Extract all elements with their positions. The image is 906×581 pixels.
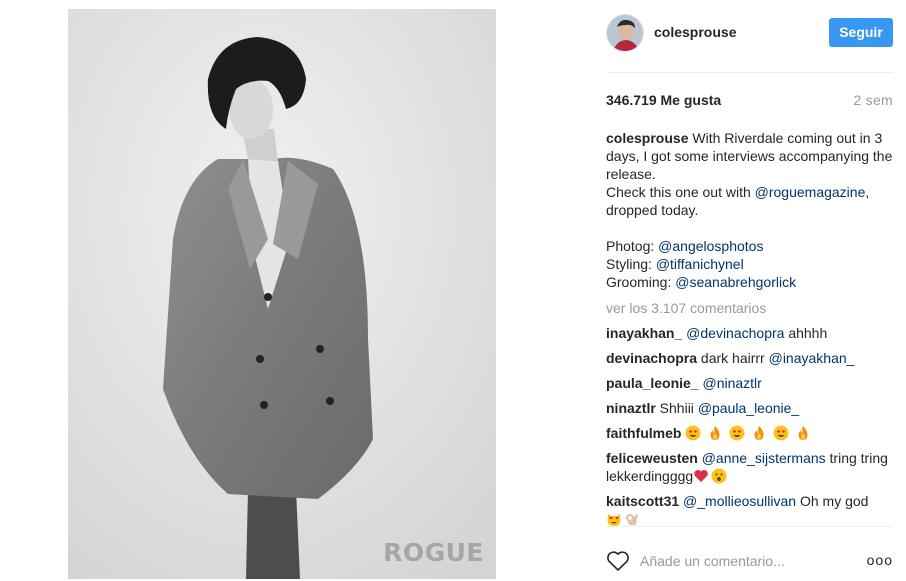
likes-count[interactable]: 346.719 Me gusta	[606, 92, 721, 108]
post-author-username[interactable]: colesprouse	[654, 24, 736, 40]
post-photo[interactable]: ROGUE	[68, 9, 496, 579]
comment-username[interactable]: devinachopra	[606, 350, 697, 366]
post-header: colesprouse Seguir	[606, 14, 893, 54]
credit-line: Photog: @angelosphotos	[606, 238, 764, 254]
heart-eyes-emoji	[773, 425, 789, 441]
comment-item: devinachopra dark hairrr @inayakhan_	[606, 349, 893, 367]
comment-username[interactable]: inayakhan_	[606, 325, 682, 341]
like-heart-icon[interactable]	[606, 550, 630, 572]
credit-mention[interactable]: @tiffanichynel	[656, 256, 744, 272]
credit-line: Grooming: @seanabrehgorlick	[606, 274, 797, 290]
comment-item: inayakhan_ @devinachopra ahhhh	[606, 324, 893, 342]
add-comment-row: ooo	[606, 546, 893, 576]
post-caption: colesprouse With Riverdale coming out in…	[606, 129, 893, 291]
comment-text: Oh my god	[796, 493, 869, 509]
caption-mention[interactable]: @roguemagazine	[755, 184, 866, 200]
portrait-image	[68, 9, 496, 579]
comment-mention[interactable]: @paula_leonie_	[698, 400, 799, 416]
divider	[606, 72, 893, 73]
comment-item: faithfulmeb	[606, 424, 893, 442]
likes-row: 346.719 Me gusta 2 sem	[606, 92, 893, 110]
comment-username[interactable]: paula_leonie_	[606, 375, 699, 391]
comment-item: ninaztlr Shhiii @paula_leonie_	[606, 399, 893, 417]
divider	[606, 526, 893, 527]
comment-item: paula_leonie_ @ninaztlr	[606, 374, 893, 392]
heart-eyes-cat-emoji	[607, 514, 621, 526]
caption-username[interactable]: colesprouse	[606, 130, 688, 146]
red-heart-emoji	[694, 470, 708, 482]
comment-username[interactable]: ninaztlr	[606, 400, 656, 416]
heart-eyes-emoji	[729, 425, 745, 441]
ok-hand-emoji	[626, 514, 638, 525]
comment-mention[interactable]: @ninaztlr	[702, 375, 761, 391]
comment-username[interactable]: faithfulmeb	[606, 425, 681, 441]
avatar[interactable]	[606, 14, 644, 52]
comment-mention[interactable]: @inayakhan_	[769, 350, 855, 366]
comment-text: ahhhh	[784, 325, 828, 341]
credit-mention[interactable]: @angelosphotos	[658, 238, 763, 254]
comment-text: Shhiii	[659, 400, 698, 416]
comment-list: inayakhan_ @devinachopra ahhhh devinacho…	[606, 324, 893, 535]
comment-username[interactable]: kaitscott31	[606, 493, 679, 509]
comment-mention[interactable]: @anne_sijstermans	[702, 450, 826, 466]
comment-username[interactable]: feliceweusten	[606, 450, 698, 466]
add-comment-input[interactable]	[640, 551, 850, 571]
surprised-emoji	[711, 468, 727, 484]
fire-emoji	[710, 426, 720, 440]
fire-emoji	[754, 426, 764, 440]
comment-text: dark hairrr	[700, 350, 769, 366]
follow-button[interactable]: Seguir	[829, 18, 893, 47]
rogue-watermark: ROGUE	[383, 538, 484, 567]
avatar-image	[607, 15, 643, 51]
caption-text: Check this one out with	[606, 184, 755, 200]
comment-mention[interactable]: @_mollieosullivan	[683, 493, 796, 509]
credit-mention[interactable]: @seanabrehgorlick	[675, 274, 796, 290]
view-all-comments-link[interactable]: ver los 3.107 comentarios	[606, 300, 766, 316]
heart-eyes-emoji	[685, 425, 701, 441]
post-sidebar: colesprouse Seguir 346.719 Me gusta 2 se…	[606, 0, 893, 581]
post-timestamp[interactable]: 2 sem	[853, 92, 893, 108]
comment-mention[interactable]: @devinachopra	[686, 325, 784, 341]
comment-item: feliceweusten @anne_sijstermans tring tr…	[606, 449, 893, 485]
credit-line: Styling: @tiffanichynel	[606, 256, 744, 272]
comment-item: kaitscott31 @_mollieosullivan Oh my god	[606, 492, 893, 528]
fire-emoji	[798, 426, 808, 440]
more-options-icon[interactable]: ooo	[867, 552, 893, 568]
